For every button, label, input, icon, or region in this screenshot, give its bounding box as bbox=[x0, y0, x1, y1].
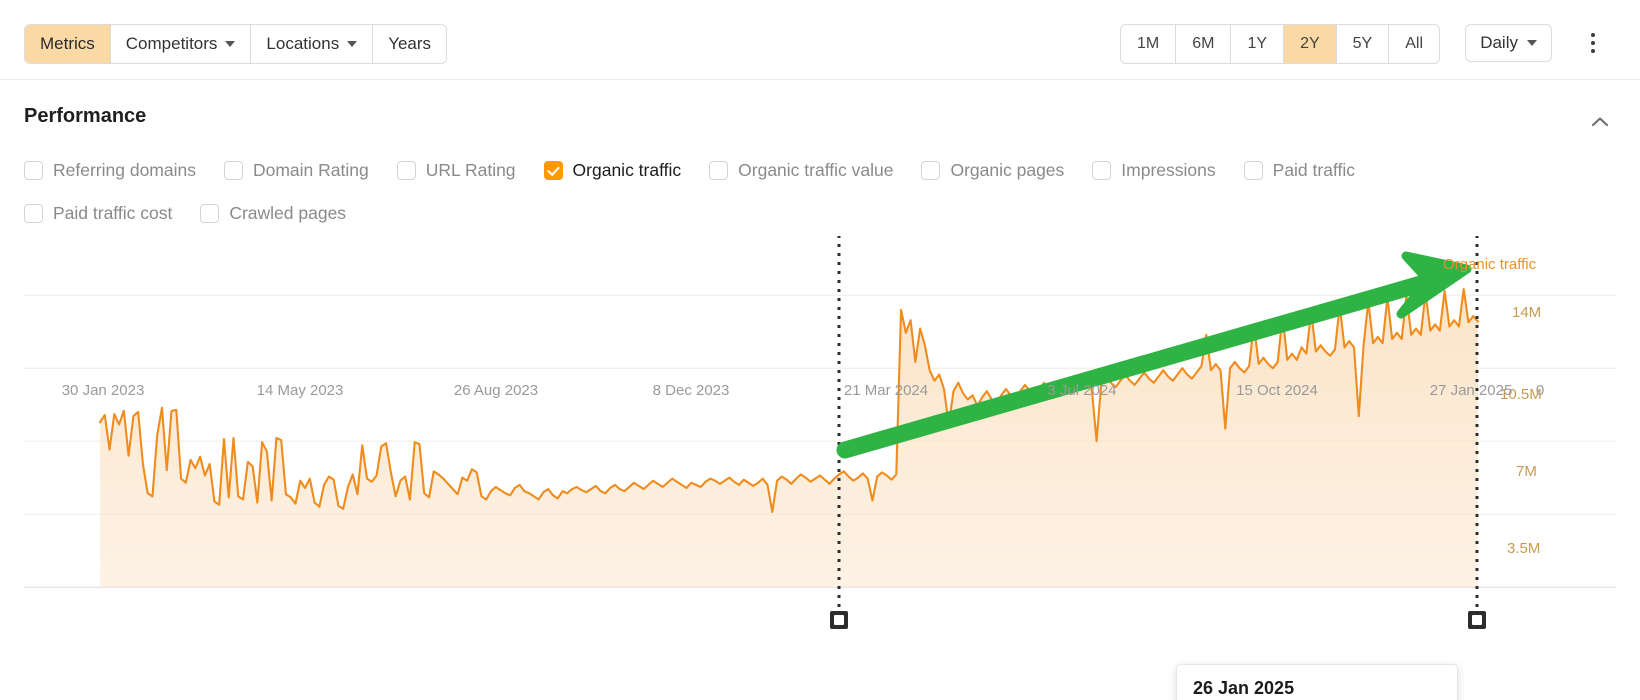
metric-checkbox-row-1: Referring domains Domain Rating URL Rati… bbox=[24, 160, 1383, 181]
tab-competitors[interactable]: Competitors bbox=[111, 25, 252, 63]
x-tick-3: 8 Dec 2023 bbox=[653, 382, 730, 399]
checkbox-label: Organic traffic bbox=[573, 160, 682, 181]
range-2y[interactable]: 2Y bbox=[1284, 25, 1337, 63]
range-1m-label: 1M bbox=[1137, 35, 1159, 53]
checkbox-label: Crawled pages bbox=[229, 203, 346, 224]
tab-competitors-label: Competitors bbox=[126, 34, 218, 54]
chevron-down-icon bbox=[225, 41, 235, 47]
x-tick-7: 27 Jan 2025 bbox=[1430, 382, 1513, 399]
checkbox-label: Domain Rating bbox=[253, 160, 369, 181]
range-1y[interactable]: 1Y bbox=[1231, 25, 1284, 63]
checkbox-box bbox=[200, 204, 219, 223]
checkbox-label: URL Rating bbox=[426, 160, 516, 181]
performance-chart[interactable]: Organic traffic 14M 10.5M 7M 3.5M 26 Jan… bbox=[0, 236, 1640, 636]
chevron-up-icon[interactable] bbox=[1586, 108, 1614, 136]
checkbox-crawled-pages[interactable]: Crawled pages bbox=[200, 203, 346, 224]
range-5y-label: 5Y bbox=[1353, 35, 1373, 53]
x-tick-2: 26 Aug 2023 bbox=[454, 382, 538, 399]
tab-locations-label: Locations bbox=[266, 34, 339, 54]
checkbox-paid-traffic-cost[interactable]: Paid traffic cost bbox=[24, 203, 172, 224]
checkbox-organic-pages[interactable]: Organic pages bbox=[921, 160, 1064, 181]
checkbox-box bbox=[1244, 161, 1263, 180]
checkbox-paid-traffic[interactable]: Paid traffic bbox=[1244, 160, 1355, 181]
checkbox-label: Impressions bbox=[1121, 160, 1215, 181]
checkbox-box bbox=[1092, 161, 1111, 180]
metric-checkbox-row-2: Paid traffic cost Crawled pages bbox=[24, 203, 374, 224]
range-6m[interactable]: 6M bbox=[1176, 25, 1231, 63]
chevron-down-icon bbox=[347, 41, 357, 47]
tab-years-label: Years bbox=[388, 34, 431, 54]
checkbox-impressions[interactable]: Impressions bbox=[1092, 160, 1215, 181]
checkbox-label: Organic pages bbox=[950, 160, 1064, 181]
range-1m[interactable]: 1M bbox=[1121, 25, 1176, 63]
tab-metrics[interactable]: Metrics bbox=[25, 25, 111, 63]
checkbox-label: Paid traffic cost bbox=[53, 203, 172, 224]
kebab-dot bbox=[1591, 33, 1596, 38]
y-tick-14m: 14M bbox=[1512, 304, 1541, 321]
more-vertical-icon[interactable] bbox=[1578, 28, 1608, 58]
checkbox-box bbox=[709, 161, 728, 180]
ahrefs-performance-panel: Metrics Competitors Locations Years 1M 6… bbox=[0, 0, 1640, 700]
tab-metrics-label: Metrics bbox=[40, 34, 95, 54]
checkbox-referring-domains[interactable]: Referring domains bbox=[24, 160, 196, 181]
tab-locations[interactable]: Locations bbox=[251, 25, 373, 63]
checkbox-domain-rating[interactable]: Domain Rating bbox=[224, 160, 369, 181]
view-tabs: Metrics Competitors Locations Years bbox=[24, 24, 447, 64]
top-toolbar: Metrics Competitors Locations Years 1M 6… bbox=[0, 0, 1640, 80]
range-5y[interactable]: 5Y bbox=[1337, 25, 1390, 63]
checkbox-label: Organic traffic value bbox=[738, 160, 893, 181]
x-tick-4: 21 Mar 2024 bbox=[844, 382, 928, 399]
checkbox-box bbox=[224, 161, 243, 180]
chart-tooltip: 26 Jan 2025 Organic traffic 12,735,617 bbox=[1176, 664, 1458, 700]
granularity-dropdown[interactable]: Daily bbox=[1465, 24, 1552, 62]
checkbox-box bbox=[397, 161, 416, 180]
y-tick-zero: 0 bbox=[1536, 382, 1544, 399]
page-title: Performance bbox=[24, 105, 146, 128]
range-all-label: All bbox=[1405, 35, 1423, 53]
tooltip-date: 26 Jan 2025 bbox=[1193, 678, 1441, 699]
x-axis: 30 Jan 2023 14 May 2023 26 Aug 2023 8 De… bbox=[0, 374, 1640, 404]
checkbox-label: Referring domains bbox=[53, 160, 196, 181]
organic-traffic-area-chart[interactable] bbox=[0, 236, 1640, 636]
checkbox-organic-traffic-value[interactable]: Organic traffic value bbox=[709, 160, 893, 181]
chevron-down-icon bbox=[1527, 40, 1537, 46]
checkbox-box bbox=[921, 161, 940, 180]
range-2y-label: 2Y bbox=[1300, 35, 1320, 53]
x-tick-1: 14 May 2023 bbox=[257, 382, 344, 399]
x-tick-6: 15 Oct 2024 bbox=[1236, 382, 1318, 399]
kebab-dot bbox=[1591, 41, 1596, 46]
checkbox-organic-traffic[interactable]: Organic traffic bbox=[544, 160, 682, 181]
checkbox-box bbox=[24, 204, 43, 223]
range-6m-label: 6M bbox=[1192, 35, 1214, 53]
range-all[interactable]: All bbox=[1389, 25, 1439, 63]
series-name-label: Organic traffic bbox=[1443, 256, 1536, 273]
kebab-dot bbox=[1591, 49, 1596, 54]
checkbox-label: Paid traffic bbox=[1273, 160, 1355, 181]
range-1y-label: 1Y bbox=[1247, 35, 1267, 53]
checkbox-url-rating[interactable]: URL Rating bbox=[397, 160, 516, 181]
date-range-selector: 1M 6M 1Y 2Y 5Y All bbox=[1120, 24, 1440, 64]
granularity-label: Daily bbox=[1480, 33, 1518, 53]
checkbox-box bbox=[24, 161, 43, 180]
x-tick-0: 30 Jan 2023 bbox=[62, 382, 145, 399]
tab-years[interactable]: Years bbox=[373, 25, 446, 63]
x-tick-5: 3 Jul 2024 bbox=[1047, 382, 1116, 399]
y-tick-7m: 7M bbox=[1516, 463, 1537, 480]
checkbox-box-checked bbox=[544, 161, 563, 180]
y-tick-3-5m: 3.5M bbox=[1507, 540, 1540, 557]
